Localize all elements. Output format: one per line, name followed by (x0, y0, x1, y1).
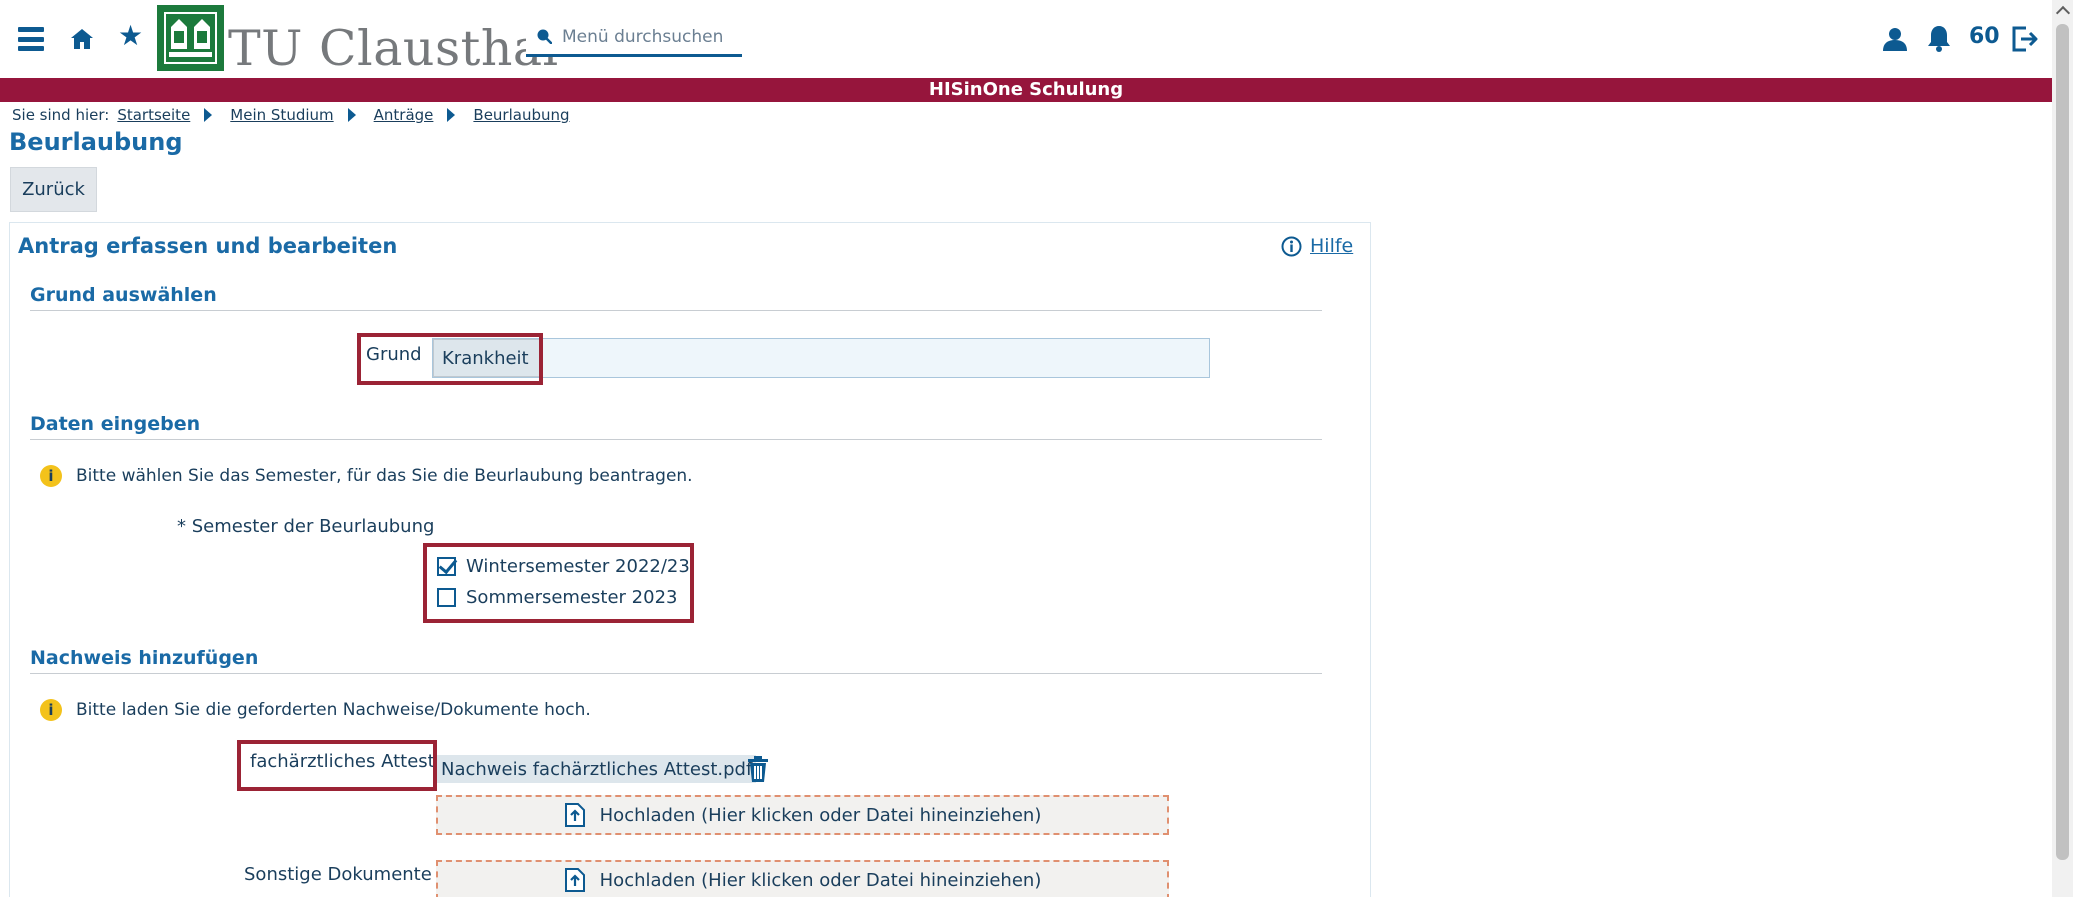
upload-hint-text: Bitte laden Sie die geforderten Nachweis… (76, 700, 591, 720)
logo-text[interactable]: TU Clausthal (228, 20, 559, 77)
info-warning-icon: i (40, 699, 62, 721)
user-icon[interactable] (1882, 26, 1908, 52)
breadcrumb: Sie sind hier: Startseite Mein Studium A… (12, 104, 570, 126)
upload-label[interactable]: Hochladen (Hier klicken oder Datei hinei… (600, 805, 1042, 826)
environment-banner: HISinOne Schulung (0, 78, 2052, 102)
grund-label: Grund (366, 344, 422, 365)
upload-label[interactable]: Hochladen (Hier klicken oder Datei hinei… (600, 870, 1042, 891)
breadcrumb-antraege[interactable]: Anträge (374, 106, 434, 124)
section-heading-grund: Grund auswählen (30, 284, 1322, 311)
other-documents-label: Sonstige Dokumente (244, 864, 432, 885)
uploaded-file[interactable]: Nachweis fachärztliches Attest.pdf (437, 755, 757, 783)
home-icon[interactable] (69, 26, 95, 52)
top-bar: ★ TU Clausthal 60 (0, 0, 2052, 78)
checkbox-unchecked-icon[interactable] (437, 588, 456, 607)
semester-option-sommer[interactable]: Sommersemester 2023 (437, 587, 677, 608)
help-label[interactable]: Hilfe (1310, 235, 1353, 257)
breadcrumb-startseite[interactable]: Startseite (117, 106, 190, 124)
semester-label: * Semester der Beurlaubung (177, 516, 435, 537)
star-icon[interactable]: ★ (118, 22, 143, 50)
search-icon (537, 29, 552, 44)
bell-icon[interactable] (1926, 24, 1952, 52)
upload-icon (564, 803, 585, 827)
logo-crest[interactable] (157, 5, 224, 71)
breadcrumb-mein-studium[interactable]: Mein Studium (230, 106, 333, 124)
info-warning-icon: i (40, 465, 62, 487)
breadcrumb-separator-icon (447, 108, 456, 122)
breadcrumb-separator-icon (347, 108, 356, 122)
breadcrumb-lead: Sie sind hier: (12, 106, 110, 124)
help-link[interactable]: Hilfe (1281, 235, 1353, 257)
attest-label: fachärztliches Attest (250, 751, 435, 772)
breadcrumb-beurlaubung[interactable]: Beurlaubung (473, 106, 569, 124)
scroll-thumb[interactable] (2056, 24, 2069, 860)
back-button[interactable]: Zurück (10, 167, 97, 212)
upload-hint: i Bitte laden Sie die geforderten Nachwe… (40, 699, 591, 721)
upload-icon (564, 868, 585, 892)
scroll-up-icon[interactable] (2052, 0, 2073, 21)
crest-icon (164, 12, 217, 64)
logout-icon[interactable] (2011, 25, 2039, 53)
page-scrollbar[interactable] (2052, 0, 2073, 897)
menu-icon[interactable] (18, 27, 44, 51)
panel-title: Antrag erfassen und bearbeiten (18, 234, 398, 258)
notification-count[interactable]: 60 (1969, 24, 2000, 49)
search-input[interactable] (562, 23, 736, 51)
breadcrumb-separator-icon (204, 108, 213, 122)
section-heading-daten: Daten eingeben (30, 413, 1322, 440)
semester-option-winter[interactable]: Wintersemester 2022/23 (437, 556, 690, 577)
page-title: Beurlaubung (9, 128, 183, 156)
section-heading-nachweis: Nachweis hinzufügen (30, 647, 1322, 674)
semester-option-label[interactable]: Sommersemester 2023 (466, 587, 677, 608)
semester-hint-text: Bitte wählen Sie das Semester, für das S… (76, 466, 693, 486)
menu-search[interactable] (526, 19, 742, 57)
trash-icon[interactable] (746, 755, 770, 783)
grund-select[interactable] (432, 338, 1210, 378)
grund-selected-value[interactable]: Krankheit (433, 339, 540, 377)
upload-other-dropzone[interactable]: Hochladen (Hier klicken oder Datei hinei… (436, 860, 1169, 897)
info-icon (1281, 236, 1302, 256)
checkbox-checked-icon[interactable] (437, 557, 456, 576)
upload-attest-dropzone[interactable]: Hochladen (Hier klicken oder Datei hinei… (436, 795, 1169, 835)
semester-option-label[interactable]: Wintersemester 2022/23 (466, 556, 690, 577)
semester-hint: i Bitte wählen Sie das Semester, für das… (40, 465, 693, 487)
